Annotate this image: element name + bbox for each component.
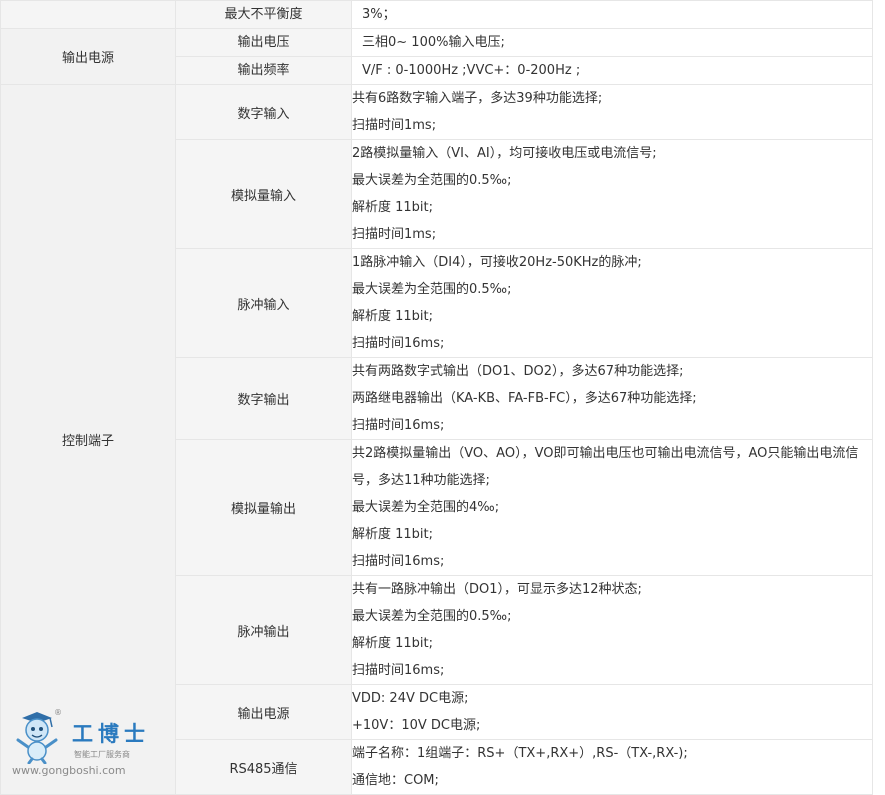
value-line: 共有6路数字输入端子，多达39种功能选择; xyxy=(352,91,603,106)
value-line: 扫描时间16ms; xyxy=(352,336,445,351)
param-label: 数字输出 xyxy=(237,393,290,408)
value-line: 最大误差为全范围的4‰; xyxy=(352,500,500,515)
watermark-logo: ® 工博士 智能工厂服务商 www.gongboshi.com xyxy=(8,708,158,780)
value-line: 2路模拟量输入（VI、AI），均可接收电压或电流信号; xyxy=(352,146,657,161)
category-label: 输出电源 xyxy=(61,51,114,66)
param-cell: 脉冲输出 xyxy=(175,575,352,685)
value-cell: 三相0~ 100%输入电压; xyxy=(351,28,873,57)
param-cell: 最大不平衡度 xyxy=(175,0,352,29)
value-cell: 端子名称：1组端子：RS+（TX+,RX+）,RS-（TX-,RX-); 通信地… xyxy=(351,739,873,795)
value-cell: 共有一路脉冲输出（DO1），可显示多达12种状态; 最大误差为全范围的0.5‰;… xyxy=(351,575,873,685)
value-line: 共2路模拟量输出（VO、AO），VO即可输出电压也可输出电流信号，AO只能输出电… xyxy=(352,446,859,488)
category-cell: 控制端子 xyxy=(0,84,176,795)
category-cell xyxy=(0,0,176,29)
table-row: 控制端子 数字输入 共有6路数字输入端子，多达39种功能选择; 扫描时间1ms; xyxy=(0,84,873,795)
registered-mark: ® xyxy=(54,708,62,717)
param-cell: 脉冲输入 xyxy=(175,248,352,358)
param-cell: 模拟量输出 xyxy=(175,439,352,576)
param-label: 数字输入 xyxy=(237,106,290,122)
logo-tagline: 智能工厂服务商 xyxy=(74,750,130,759)
param-label: 脉冲输出 xyxy=(237,624,290,640)
category-cell: 输出电源 xyxy=(0,28,176,85)
value-line: 两路继电器输出（KA-KB、FA-FB-FC），多达67种功能选择; xyxy=(352,391,697,406)
value-line: 扫描时间1ms; xyxy=(352,118,437,133)
value-line: 共有两路数字式输出（DO1、DO2），多达67种功能选择; xyxy=(352,364,684,379)
value-line: 解析度 11bit; xyxy=(352,309,434,324)
value-line: VDD: 24V DC电源; xyxy=(352,691,469,706)
value-cell: 2路模拟量输入（VI、AI），均可接收电压或电流信号; 最大误差为全范围的0.5… xyxy=(351,139,873,249)
value-line: V/F : 0-1000Hz ;VVC+：0-200Hz ; xyxy=(362,63,581,78)
param-label: 输出电压 xyxy=(237,35,290,50)
param-label: 输出频率 xyxy=(237,63,290,78)
value-cell: VDD: 24V DC电源; +10V：10V DC电源; xyxy=(351,684,873,740)
param-cell: 输出电压 xyxy=(175,28,352,57)
value-line: 解析度 11bit; xyxy=(352,527,434,542)
param-cell: 数字输入 xyxy=(175,84,352,140)
param-label: 模拟量输入 xyxy=(230,188,296,204)
spec-table: 最大不平衡度 3%； 输出电源 输出电压 三相0~ 100%输入电压; 输出频率… xyxy=(0,0,873,795)
value-line: 扫描时间16ms; xyxy=(352,554,445,569)
logo-url: www.gongboshi.com xyxy=(12,764,126,777)
value-line: 扫描时间1ms; xyxy=(352,227,437,242)
value-line: 3%； xyxy=(362,7,396,22)
logo-brand-name: 工博士 xyxy=(72,721,150,746)
param-label: 脉冲输入 xyxy=(237,297,290,313)
param-label: 最大不平衡度 xyxy=(224,7,303,22)
value-cell: V/F : 0-1000Hz ;VVC+：0-200Hz ; xyxy=(351,56,873,85)
value-line: 解析度 11bit; xyxy=(352,636,434,651)
param-cell: RS485通信 xyxy=(175,739,352,795)
robot-mascot-icon xyxy=(16,712,58,764)
value-line: 1路脉冲输入（DI4），可接收20Hz-50KHz的脉冲; xyxy=(352,255,642,270)
param-cell: 数字输出 xyxy=(175,357,352,440)
value-line: 共有一路脉冲输出（DO1），可显示多达12种状态; xyxy=(352,582,642,597)
param-label: RS485通信 xyxy=(229,761,298,777)
table-row: 输出电源 输出电压 三相0~ 100%输入电压; xyxy=(0,28,873,85)
value-line: 端子名称：1组端子：RS+（TX+,RX+）,RS-（TX-,RX-); xyxy=(352,746,688,761)
value-line: 最大误差为全范围的0.5‰; xyxy=(352,282,512,297)
value-cell: 共有6路数字输入端子，多达39种功能选择; 扫描时间1ms; xyxy=(351,84,873,140)
param-label: 模拟量输出 xyxy=(230,502,296,517)
param-cell: 模拟量输入 xyxy=(175,139,352,249)
value-line: 最大误差为全范围的0.5‰; xyxy=(352,609,512,624)
value-line: +10V：10V DC电源; xyxy=(352,718,481,733)
value-line: 扫描时间16ms; xyxy=(352,663,445,678)
value-line: 解析度 11bit; xyxy=(352,200,434,215)
table-row: 最大不平衡度 3%； xyxy=(0,0,873,29)
value-line: 扫描时间16ms; xyxy=(352,418,445,433)
value-cell: 1路脉冲输入（DI4），可接收20Hz-50KHz的脉冲; 最大误差为全范围的0… xyxy=(351,248,873,358)
param-cell: 输出电源 xyxy=(175,684,352,740)
value-line: 最大误差为全范围的0.5‰; xyxy=(352,173,512,188)
value-cell: 共有两路数字式输出（DO1、DO2），多达67种功能选择; 两路继电器输出（KA… xyxy=(351,357,873,440)
param-label: 输出电源 xyxy=(237,706,290,722)
param-cell: 输出频率 xyxy=(175,56,352,85)
value-cell: 3%； xyxy=(351,0,873,29)
value-cell: 共2路模拟量输出（VO、AO），VO即可输出电压也可输出电流信号，AO只能输出电… xyxy=(351,439,873,576)
category-label: 控制端子 xyxy=(61,434,114,449)
value-line: 三相0~ 100%输入电压; xyxy=(362,35,505,50)
